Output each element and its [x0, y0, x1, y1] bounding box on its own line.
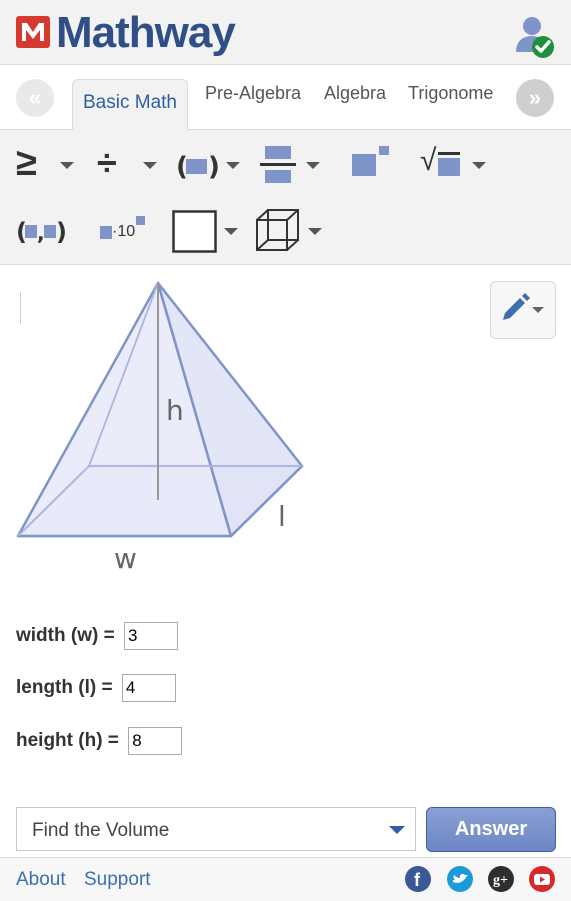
- chevron-double-right-icon[interactable]: »: [516, 79, 554, 117]
- tab-basic-math[interactable]: Basic Math: [72, 79, 188, 130]
- category-tabs: « Basic Math Pre-Algebra Algebra Trigono…: [0, 65, 571, 130]
- sci-notation-label: ·10: [112, 223, 136, 240]
- sqrt-icon: √: [420, 144, 437, 177]
- point-tool[interactable]: ( , ): [16, 212, 66, 252]
- chevron-down-icon: [389, 826, 405, 834]
- tab-algebra[interactable]: Algebra: [324, 83, 386, 104]
- user-verified-icon[interactable]: [512, 14, 558, 60]
- youtube-icon[interactable]: [529, 866, 555, 892]
- facebook-icon[interactable]: f: [405, 866, 431, 892]
- parentheses-tool[interactable]: ( ): [176, 146, 242, 186]
- height-input[interactable]: [128, 727, 183, 755]
- tab-trigonometry[interactable]: Trigonome: [408, 83, 493, 104]
- app-header: Mathway: [0, 0, 571, 65]
- about-link[interactable]: About: [16, 869, 66, 891]
- cube-tool[interactable]: [255, 208, 325, 254]
- parentheses-icon: ( ): [176, 152, 218, 182]
- height-row: height (h) =: [16, 727, 183, 755]
- svg-text:): ): [208, 152, 218, 182]
- square-icon: [172, 210, 217, 253]
- chevron-double-left-icon[interactable]: «: [16, 79, 54, 117]
- length-row: length (l) =: [16, 674, 176, 702]
- problem-type-select[interactable]: Find the Volume: [16, 807, 416, 851]
- width-label: width (w) =: [16, 625, 115, 647]
- width-input[interactable]: [123, 622, 178, 650]
- google-plus-icon[interactable]: g+: [488, 866, 514, 892]
- fraction-icon: [260, 146, 296, 183]
- length-input[interactable]: [121, 674, 176, 702]
- svg-text:g+: g+: [493, 873, 508, 888]
- square-tool[interactable]: [172, 210, 242, 254]
- answer-button[interactable]: Answer: [426, 807, 556, 852]
- divide-icon: ÷: [97, 142, 117, 183]
- pencil-icon: [503, 293, 544, 320]
- sci-exponent-icon: [136, 216, 145, 225]
- inequality-tool[interactable]: ≥: [16, 142, 76, 186]
- svg-text:,: ,: [37, 221, 45, 245]
- svg-text:): ): [56, 218, 66, 246]
- svg-text:f: f: [414, 870, 421, 890]
- logo-text: Mathway: [56, 8, 236, 57]
- tab-pre-algebra[interactable]: Pre-Algebra: [205, 83, 301, 104]
- support-link[interactable]: Support: [84, 869, 151, 891]
- label-l: l: [278, 500, 286, 533]
- math-toolbar: ≥ ÷ ( ) √ (: [0, 130, 571, 265]
- scientific-notation-tool[interactable]: ·10: [100, 214, 150, 250]
- mathway-logo-icon: [16, 16, 50, 48]
- width-row: width (w) =: [16, 622, 178, 650]
- exponent-tool[interactable]: [352, 144, 392, 184]
- sci-base-icon: [100, 226, 112, 239]
- height-label: height (h) =: [16, 730, 119, 752]
- fraction-tool[interactable]: [260, 144, 324, 188]
- footer: About Support f g+: [0, 857, 571, 901]
- division-tool[interactable]: ÷: [97, 142, 159, 186]
- exponent-icon: [352, 146, 389, 176]
- ordered-pair-icon: ( , ): [16, 218, 66, 246]
- cube-icon: [256, 209, 299, 251]
- label-h: h: [166, 394, 184, 427]
- greater-equal-icon: ≥: [16, 142, 37, 184]
- edit-button[interactable]: [490, 281, 556, 339]
- length-label: length (l) =: [16, 677, 113, 699]
- root-tool[interactable]: √: [420, 144, 492, 186]
- twitter-icon[interactable]: [447, 866, 473, 892]
- pyramid-figure: [16, 281, 304, 538]
- label-w: w: [114, 542, 137, 575]
- problem-type-value: Find the Volume: [32, 820, 170, 841]
